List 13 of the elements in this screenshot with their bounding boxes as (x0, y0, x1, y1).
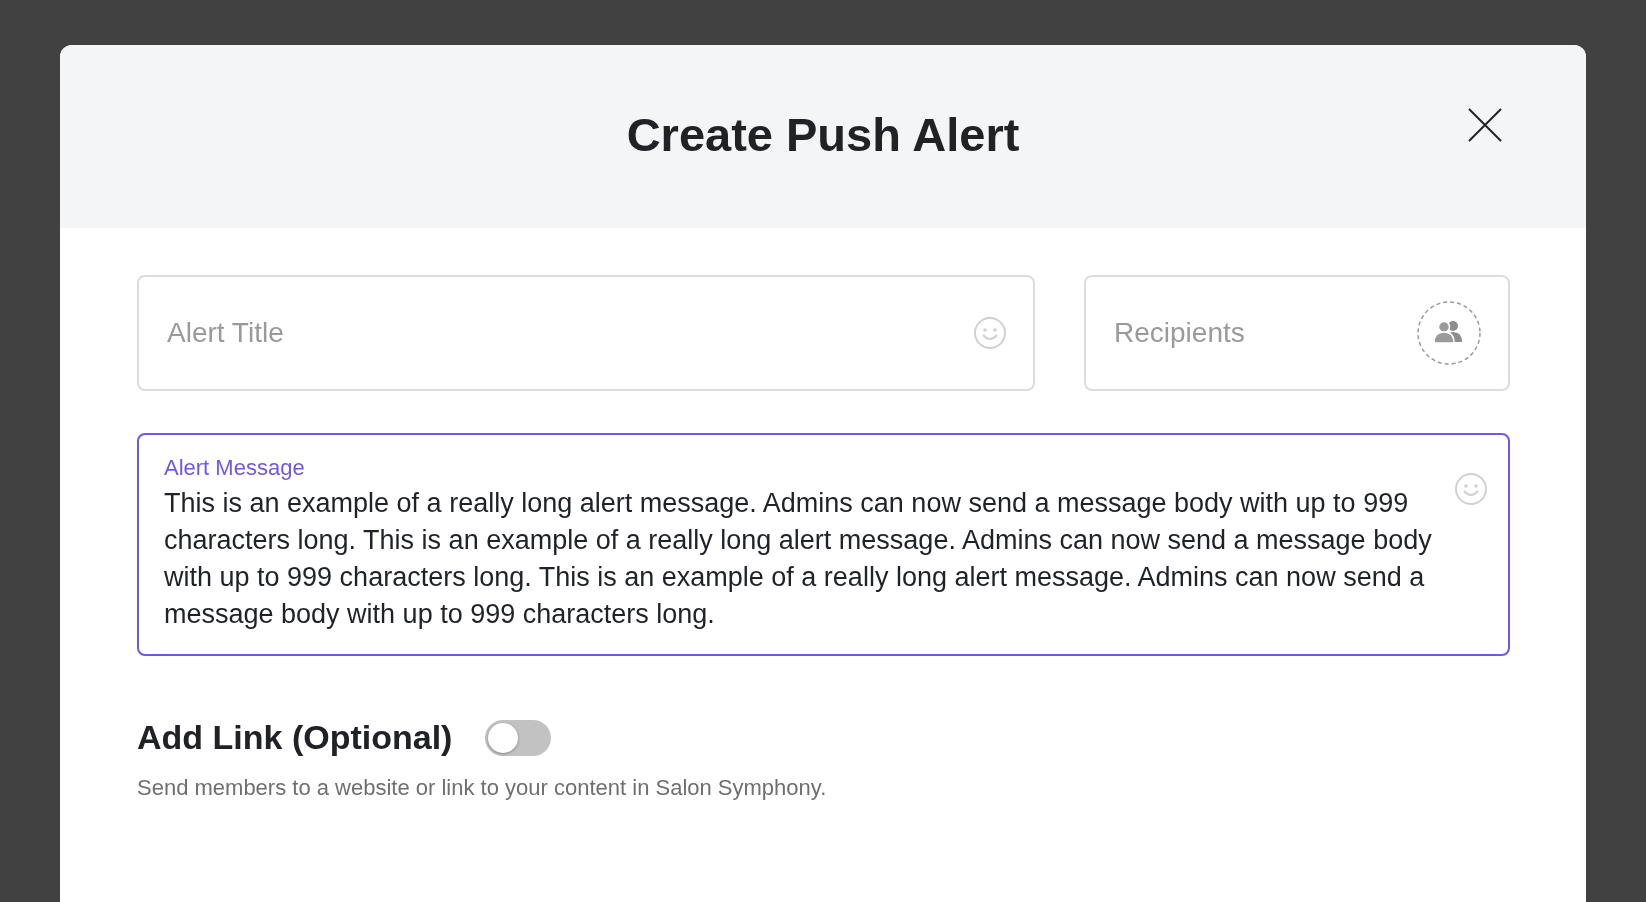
toggle-switch[interactable] (485, 719, 552, 756)
field-label: Alert Message (164, 455, 306, 481)
dialog-title: Create Push Alert (626, 107, 1020, 162)
recipients-input[interactable]: Recipients (1112, 316, 1416, 350)
helper-text: Send members to a website or link to your content in Salon Symphony. (137, 775, 828, 801)
recipients-field[interactable]: Recipients (1084, 275, 1510, 391)
title-field[interactable]: Alert Title (137, 275, 1035, 391)
close-icon[interactable] (1468, 108, 1502, 142)
title-input[interactable]: Alert Title (165, 316, 973, 350)
section-heading: Add Link (Optional) (137, 718, 453, 757)
message-field[interactable]: This is an example of a really long alert message. Admins can now send a message body with up to 999 characters long. This is an example of a really long alert message. Admins can now send a message body with up to 999 characters long. This is an example of a really long alert message. Admins can now send a message body with up to 999 characters long. (164, 485, 1440, 633)
message-box[interactable] (137, 433, 1510, 656)
people-icon[interactable] (1416, 300, 1482, 366)
